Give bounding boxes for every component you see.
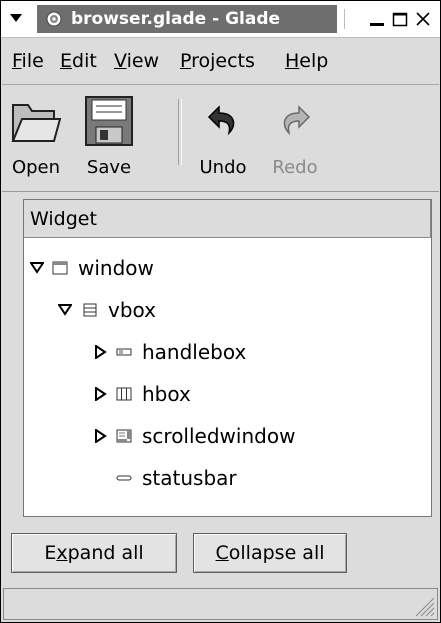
tree-row-window[interactable]: window	[24, 250, 431, 286]
floppy-disk-icon	[85, 96, 133, 146]
title-bar: browser.glade - Glade	[1, 1, 440, 38]
menu-projects[interactable]: Projects	[180, 50, 255, 72]
minimize-icon[interactable]	[367, 9, 387, 29]
collapsed-triangle-icon[interactable]	[94, 429, 108, 443]
menu-bar: File Edit View Projects Help	[2, 38, 439, 85]
window-icon	[52, 261, 68, 275]
mnemonic-char: E	[60, 50, 73, 72]
tree-row-statusbar[interactable]: statusbar	[24, 460, 431, 496]
menu-file[interactable]: File	[12, 50, 44, 72]
toolbar-separator	[178, 99, 182, 165]
handlebox-icon	[116, 348, 132, 356]
tree-label-vbox: vbox	[108, 298, 156, 322]
save-button[interactable]: Save	[74, 85, 144, 191]
glade-app-icon	[46, 11, 62, 27]
expanded-triangle-icon[interactable]	[58, 303, 72, 317]
triangle-down-icon[interactable]	[9, 11, 23, 25]
window-title: browser.glade - Glade	[71, 9, 281, 29]
undo-button[interactable]: Undo	[188, 85, 258, 191]
redo-button: Redo	[260, 85, 330, 191]
mnemonic-char: V	[114, 50, 127, 72]
folder-open-icon	[11, 104, 62, 142]
mnemonic-char: H	[285, 50, 300, 72]
maximize-icon[interactable]	[390, 9, 410, 29]
collapsed-triangle-icon[interactable]	[94, 345, 108, 359]
scrolledwindow-icon	[116, 429, 132, 443]
open-button[interactable]: Open	[4, 85, 68, 191]
tree-row-vbox[interactable]: vbox	[24, 292, 431, 328]
mnemonic-char: F	[12, 50, 22, 72]
tree-label-statusbar: statusbar	[142, 466, 237, 490]
resize-grip-icon[interactable]	[413, 595, 435, 617]
redo-icon	[283, 105, 311, 136]
glade-window: browser.glade - Glade File Edit View Pro…	[0, 0, 441, 623]
undo-icon	[207, 105, 235, 136]
menu-edit[interactable]: Edit	[60, 50, 97, 72]
menu-help[interactable]: Help	[285, 50, 328, 72]
collapse-all-button[interactable]: Collapse all	[193, 533, 347, 573]
statusbar-icon	[116, 475, 132, 481]
tree-label-window: window	[78, 256, 154, 280]
tree-row-scrolledwindow[interactable]: scrolledwindow	[24, 418, 431, 454]
expanded-triangle-icon[interactable]	[30, 261, 44, 275]
tree-row-hbox[interactable]: hbox	[24, 376, 431, 412]
tree-row-handlebox[interactable]: handlebox	[24, 334, 431, 370]
tree-column-header[interactable]: Widget	[24, 200, 431, 238]
status-bar	[3, 588, 438, 620]
undo-label: Undo	[199, 157, 247, 178]
mnemonic-char: C	[215, 542, 229, 564]
tree-label-hbox: hbox	[142, 382, 191, 406]
widget-tree[interactable]: Widget window vbox handlebox hbox scroll…	[23, 199, 432, 517]
title-separator	[344, 9, 345, 29]
tree-label-scrolledwindow: scrolledwindow	[142, 424, 296, 448]
open-label: Open	[11, 157, 61, 178]
close-icon[interactable]	[413, 9, 433, 29]
mnemonic-char: P	[180, 50, 192, 72]
menu-view[interactable]: View	[114, 50, 159, 72]
redo-label: Redo	[272, 157, 318, 178]
hbox-icon	[116, 387, 132, 401]
save-label: Save	[86, 157, 132, 178]
window-title-box[interactable]: browser.glade - Glade	[37, 5, 337, 33]
toolbar: Open Save Undo Redo	[2, 85, 439, 192]
vbox-icon	[83, 303, 97, 317]
mnemonic-char: x	[56, 542, 68, 564]
collapsed-triangle-icon[interactable]	[94, 387, 108, 401]
expand-all-button[interactable]: Expand all	[11, 533, 177, 573]
tree-label-handlebox: handlebox	[142, 340, 247, 364]
